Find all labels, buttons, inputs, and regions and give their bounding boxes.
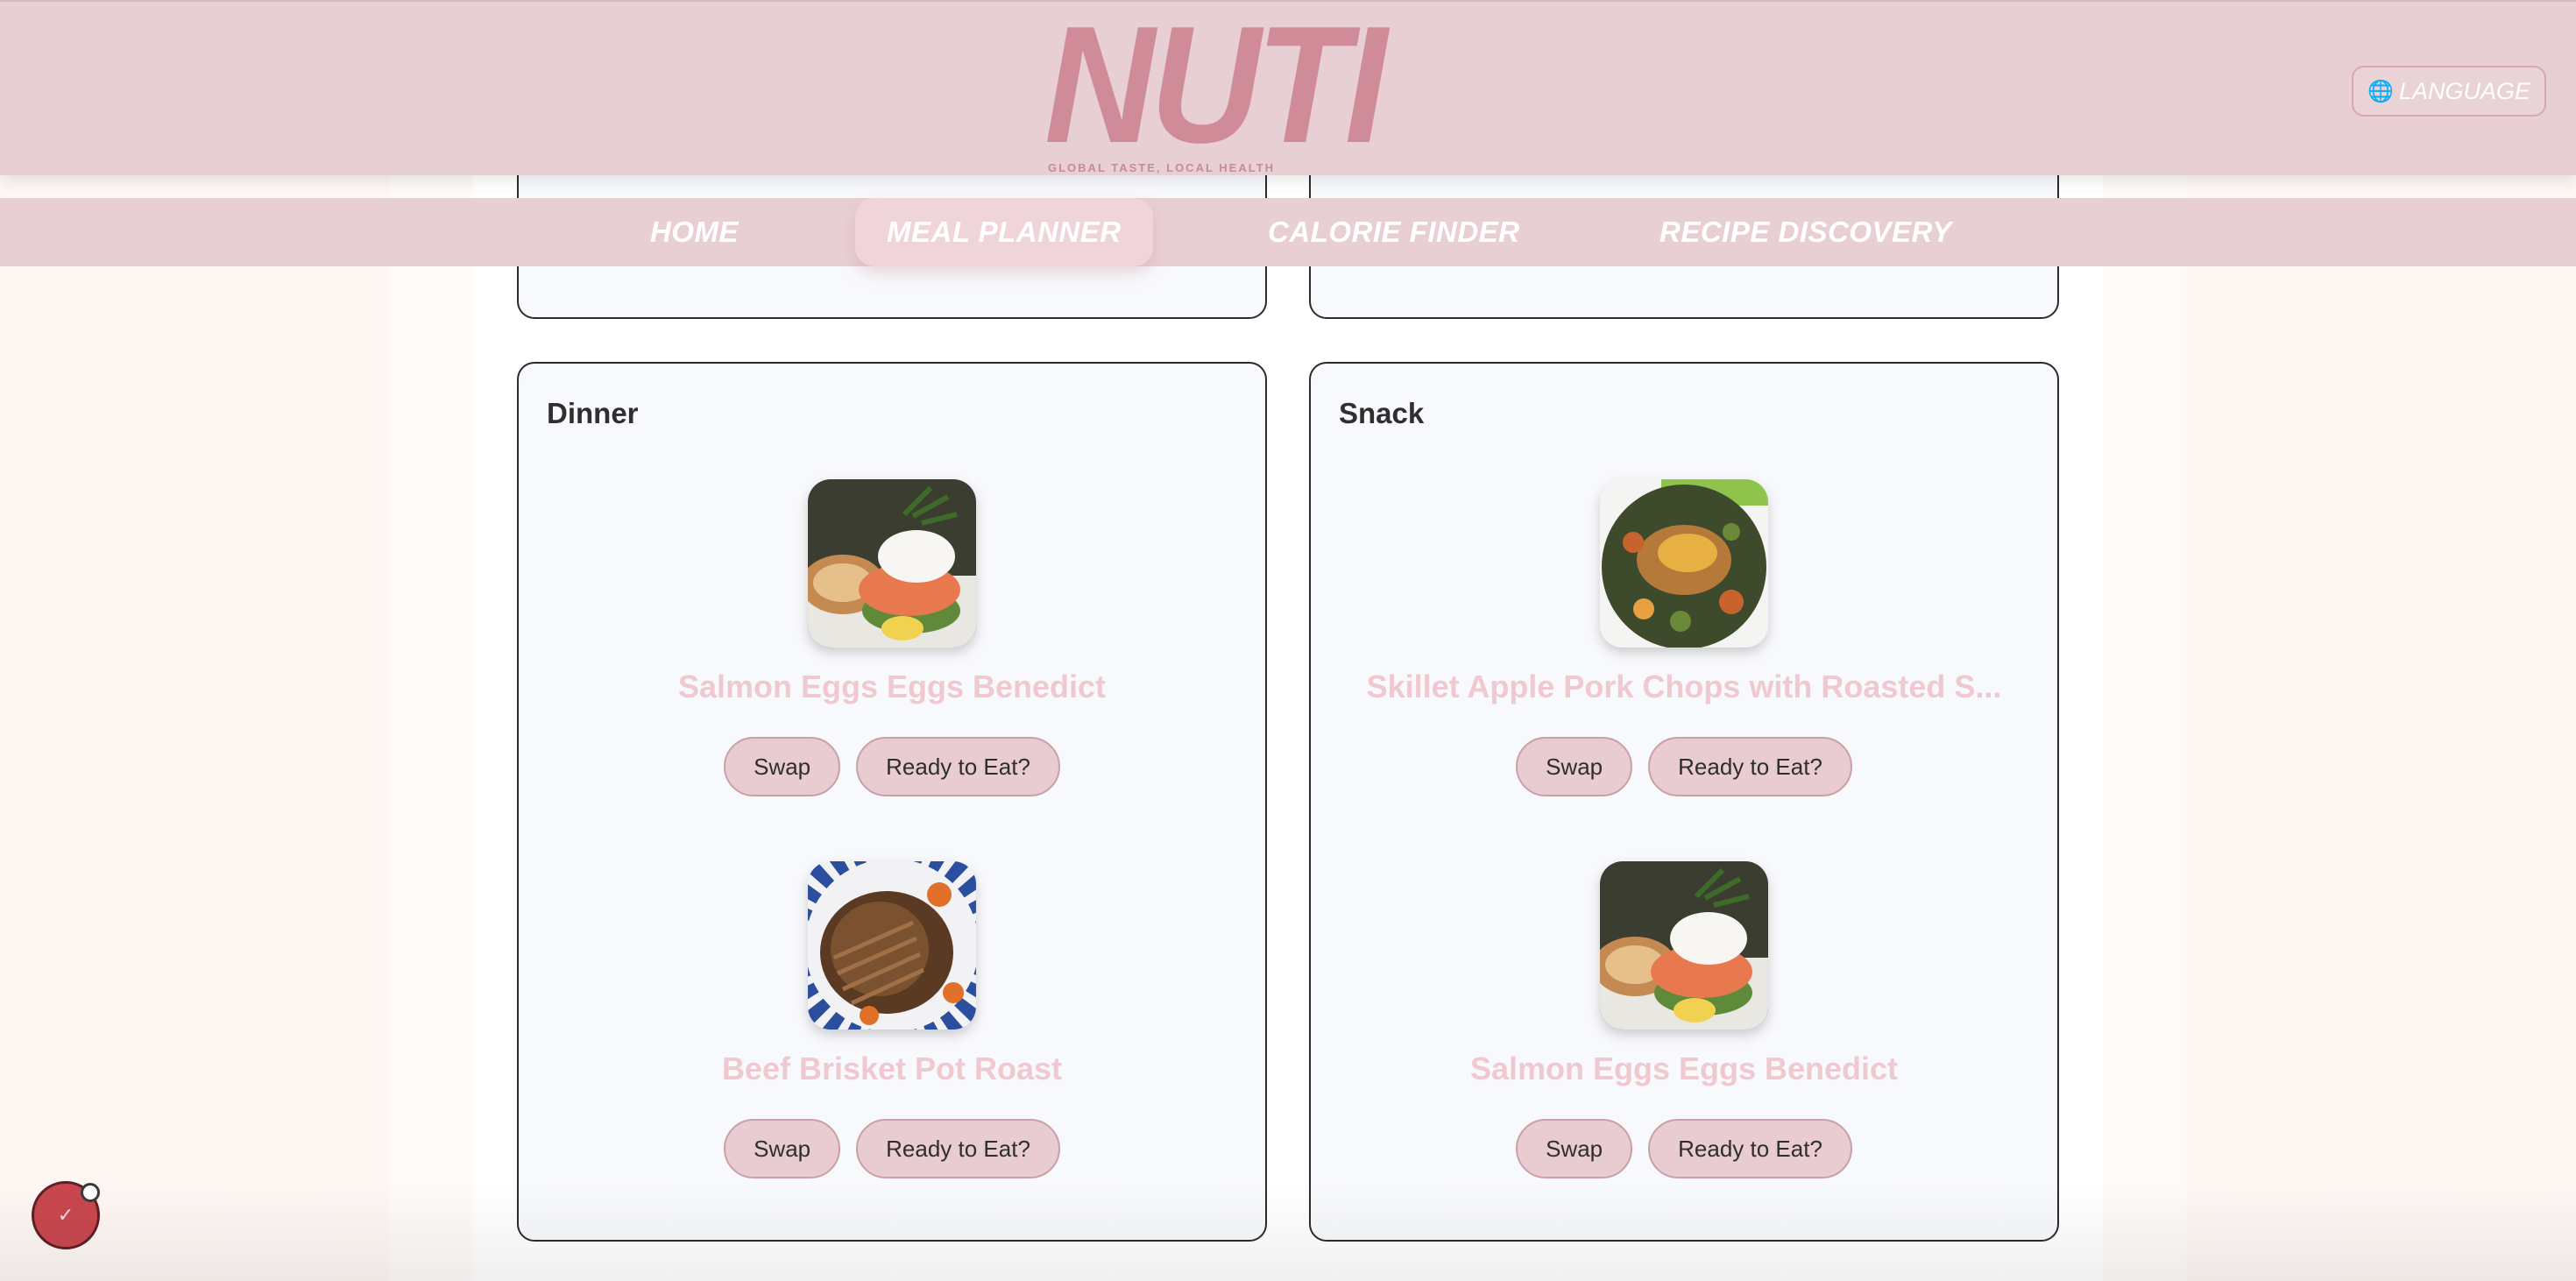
- recipe-image-salmon-eggs-benedict[interactable]: [808, 479, 976, 648]
- recipe-item: Salmon Eggs Eggs Benedict Swap Ready to …: [519, 479, 1265, 796]
- notification-dot: [81, 1183, 100, 1202]
- swap-button[interactable]: Swap: [1516, 1119, 1633, 1178]
- nav-item-meal-planner[interactable]: MEAL PLANNER: [855, 198, 1153, 266]
- recipe-item: Salmon Eggs Eggs Benedict Swap Ready to …: [1311, 861, 2057, 1178]
- language-label: LANGUAGE: [2398, 77, 2530, 104]
- recipe-name[interactable]: Salmon Eggs Eggs Benedict: [1470, 1051, 1898, 1087]
- recipe-item: Beef Brisket Pot Roast Swap Ready to Eat…: [519, 861, 1265, 1178]
- recipe-actions: Swap Ready to Eat?: [724, 1119, 1060, 1178]
- assistant-icon: ✓: [57, 1204, 74, 1226]
- recipe-image-skillet-apple-pork-chops[interactable]: [1600, 479, 1768, 648]
- swap-button[interactable]: Swap: [1516, 737, 1633, 796]
- ready-to-eat-button[interactable]: Ready to Eat?: [1648, 1119, 1852, 1178]
- recipe-actions: Swap Ready to Eat?: [1516, 1119, 1852, 1178]
- swap-button[interactable]: Swap: [724, 1119, 841, 1178]
- recipe-name[interactable]: Skillet Apple Pork Chops with Roasted S.…: [1367, 669, 2002, 705]
- meal-card-snack: Snack Skillet Apple Pork Chops with Roas…: [1309, 362, 2059, 1242]
- meal-card-title: Dinner: [547, 397, 639, 429]
- recipe-actions: Swap Ready to Eat?: [724, 737, 1060, 796]
- ready-to-eat-button[interactable]: Ready to Eat?: [856, 737, 1060, 796]
- main-nav: HOME MEAL PLANNER CALORIE FINDER RECIPE …: [0, 198, 2576, 266]
- logo-tagline: GLOBAL TASTE, LOCAL HEALTH: [1048, 161, 1276, 174]
- recipe-image-beef-brisket-pot-roast[interactable]: [808, 861, 976, 1030]
- nav-item-calorie-finder[interactable]: CALORIE FINDER: [1268, 198, 1520, 266]
- nuti-logo[interactable]: NUTI: [1044, 2, 1387, 168]
- recipe-item: Skillet Apple Pork Chops with Roasted S.…: [1311, 479, 2057, 796]
- globe-icon: 🌐: [2367, 79, 2394, 103]
- language-button[interactable]: 🌐 LANGUAGE: [2352, 66, 2546, 117]
- recipe-image-salmon-eggs-benedict[interactable]: [1600, 861, 1768, 1030]
- recipe-name[interactable]: Beef Brisket Pot Roast: [722, 1051, 1062, 1087]
- swap-button[interactable]: Swap: [724, 737, 841, 796]
- nav-item-home[interactable]: HOME: [650, 198, 739, 266]
- meal-card-dinner: Dinner Salmon Eggs Eggs Benedict Swap Re…: [517, 362, 1267, 1242]
- meal-card-title: Snack: [1339, 397, 1425, 429]
- nav-item-recipe-discovery[interactable]: RECIPE DISCOVERY: [1660, 198, 1952, 266]
- site-header: NUTI GLOBAL TASTE, LOCAL HEALTH 🌐 LANGUA…: [0, 0, 2576, 175]
- ready-to-eat-button[interactable]: Ready to Eat?: [856, 1119, 1060, 1178]
- recipe-name[interactable]: Salmon Eggs Eggs Benedict: [678, 669, 1106, 705]
- recipe-actions: Swap Ready to Eat?: [1516, 737, 1852, 796]
- ready-to-eat-button[interactable]: Ready to Eat?: [1648, 737, 1852, 796]
